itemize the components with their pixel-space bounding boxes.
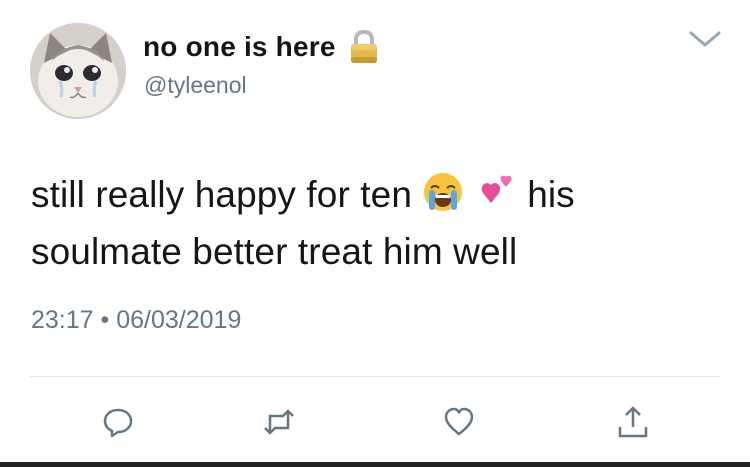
share-button[interactable] bbox=[613, 402, 653, 442]
divider bbox=[30, 376, 720, 377]
crying-cat-avatar-icon bbox=[30, 23, 126, 119]
tweet-date: 06/03/2019 bbox=[116, 306, 242, 334]
share-icon bbox=[618, 406, 648, 438]
handle[interactable]: @tyleenol bbox=[144, 72, 247, 99]
timestamp-separator: • bbox=[100, 306, 110, 334]
author-name-row: no one is here bbox=[143, 27, 380, 67]
chevron-down-icon[interactable] bbox=[688, 28, 722, 50]
avatar[interactable] bbox=[30, 23, 126, 119]
two-hearts-emoji-icon bbox=[475, 171, 517, 213]
tweet-text: still really happy for ten his soulmate … bbox=[31, 166, 721, 280]
tweet-text-part1: still really happy for ten bbox=[31, 174, 413, 215]
timestamp[interactable]: 23:17 • 06/03/2019 bbox=[31, 306, 241, 335]
like-button[interactable] bbox=[439, 402, 479, 442]
display-name[interactable]: no one is here bbox=[143, 31, 336, 63]
retweet-button[interactable] bbox=[259, 402, 299, 442]
like-icon bbox=[444, 407, 474, 436]
reply-icon bbox=[103, 408, 133, 438]
tweet-text-part2: his bbox=[527, 174, 575, 215]
tweet-text-line2: soulmate better treat him well bbox=[31, 231, 518, 272]
tweet-time: 23:17 bbox=[31, 306, 94, 334]
crying-face-emoji-icon bbox=[422, 171, 464, 213]
lock-icon bbox=[348, 29, 380, 65]
bottom-border bbox=[0, 462, 750, 467]
reply-button[interactable] bbox=[98, 402, 138, 442]
retweet-icon bbox=[264, 409, 294, 435]
